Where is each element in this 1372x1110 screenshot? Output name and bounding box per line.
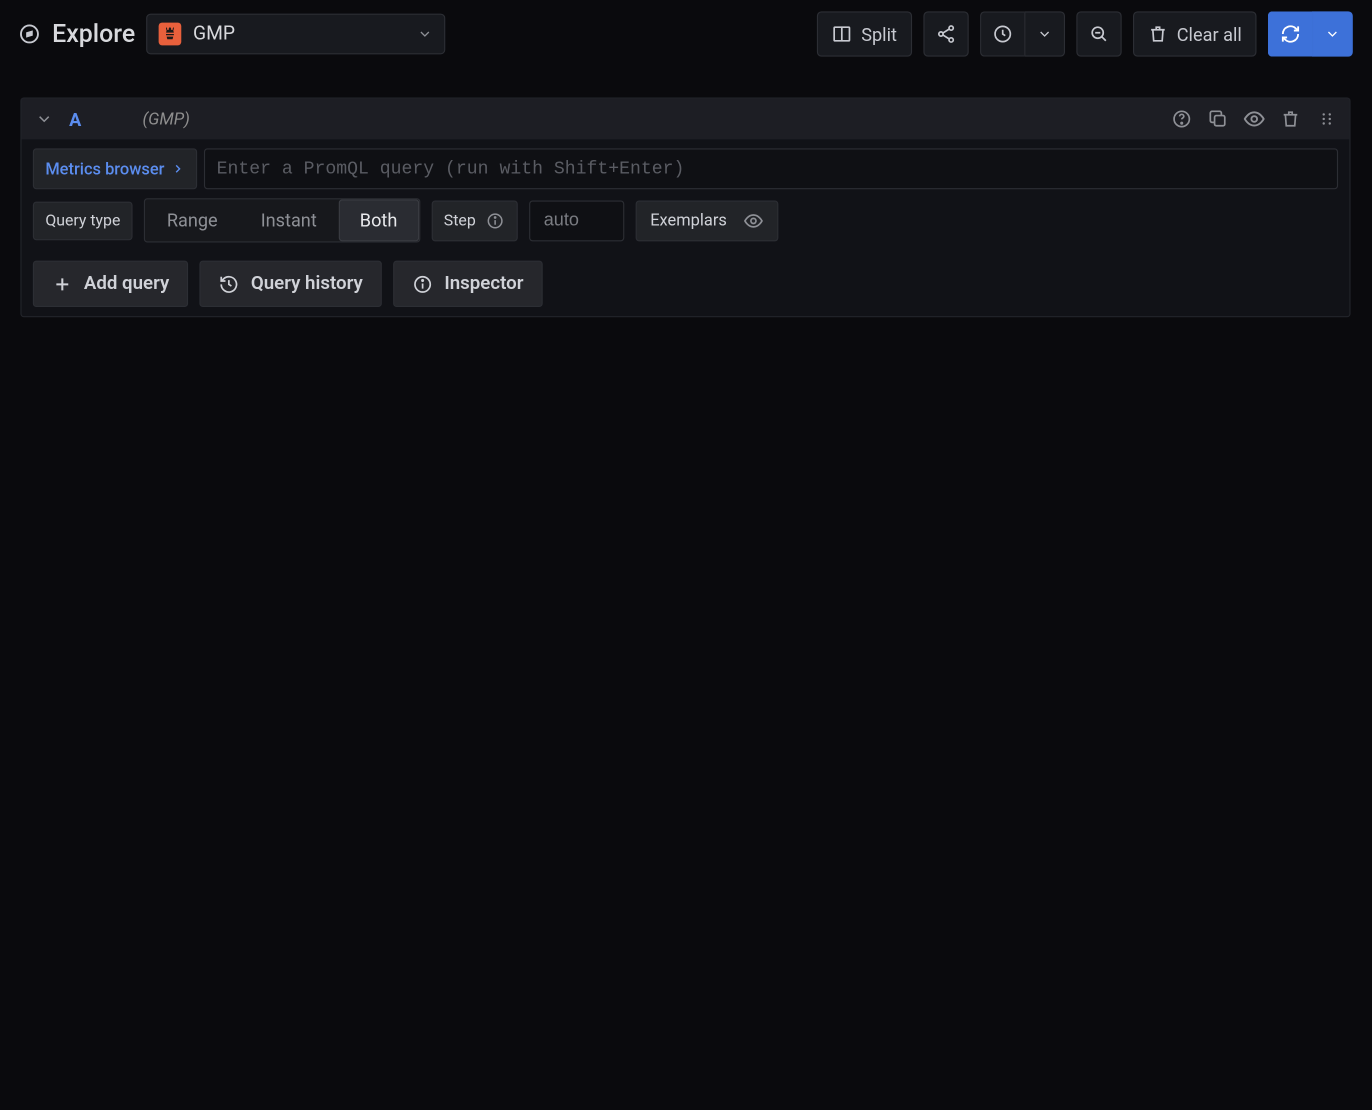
query-type-segmented: Range Instant Both [144, 198, 420, 242]
compass-icon [18, 23, 41, 46]
zoom-out-button[interactable] [1076, 11, 1121, 56]
query-type-range[interactable]: Range [145, 199, 239, 241]
step-input[interactable] [544, 210, 610, 230]
query-row-header: A (GMP) [22, 99, 1350, 140]
chevron-down-icon [1324, 26, 1340, 42]
query-letter: A [69, 108, 81, 130]
exemplars-toggle[interactable]: Exemplars [635, 200, 777, 241]
add-query-button[interactable]: Add query [33, 261, 189, 307]
zoom-out-icon [1088, 24, 1108, 44]
step-input-wrap [529, 200, 624, 241]
plus-icon [52, 274, 72, 294]
split-button[interactable]: Split [817, 11, 912, 56]
exemplars-label: Exemplars [650, 211, 727, 230]
clear-all-label: Clear all [1177, 23, 1242, 45]
step-label: Step [431, 200, 517, 241]
refresh-icon [1280, 24, 1300, 44]
eye-icon [743, 210, 763, 230]
query-input-wrap [204, 148, 1338, 189]
run-interval-dropdown[interactable] [1312, 11, 1353, 56]
info-icon [413, 274, 433, 294]
run-query-button[interactable] [1268, 11, 1312, 56]
help-icon[interactable] [1170, 108, 1193, 131]
datasource-name: GMP [193, 23, 406, 46]
query-type-both[interactable]: Both [338, 199, 419, 241]
query-history-button[interactable]: Query history [200, 261, 382, 307]
columns-icon [832, 24, 852, 44]
prometheus-icon [159, 23, 182, 46]
history-icon [219, 274, 239, 294]
run-button-group [1268, 11, 1353, 56]
time-picker-dropdown[interactable] [1024, 11, 1065, 56]
clear-all-button[interactable]: Clear all [1133, 11, 1257, 56]
page-title: Explore [52, 20, 135, 48]
query-body: Metrics browser Query type Range Instant… [22, 139, 1350, 316]
share-icon [935, 24, 955, 44]
datasource-picker[interactable]: GMP [147, 14, 446, 55]
explore-heading: Explore [18, 20, 135, 48]
drag-handle-icon[interactable] [1315, 108, 1338, 131]
query-type-label: Query type [33, 201, 133, 240]
eye-icon[interactable] [1243, 108, 1266, 131]
metrics-browser-button[interactable]: Metrics browser [33, 148, 197, 189]
time-picker-button[interactable] [980, 11, 1024, 56]
trash-icon[interactable] [1279, 108, 1302, 131]
share-button[interactable] [923, 11, 968, 56]
add-query-label: Add query [84, 273, 169, 295]
time-picker-group [980, 11, 1065, 56]
query-panel: A (GMP) [20, 97, 1350, 317]
inspector-button[interactable]: Inspector [393, 261, 542, 307]
promql-input[interactable] [217, 150, 1326, 189]
chevron-down-icon [1036, 26, 1052, 42]
info-icon[interactable] [485, 210, 505, 230]
query-history-label: Query history [251, 273, 363, 295]
split-label: Split [861, 23, 897, 45]
query-type-instant[interactable]: Instant [239, 199, 338, 241]
chevron-down-icon [417, 26, 433, 42]
trash-icon [1147, 24, 1167, 44]
clock-icon [992, 24, 1012, 44]
chevron-right-icon [171, 162, 185, 176]
copy-icon[interactable] [1207, 108, 1230, 131]
top-toolbar: Explore GMP Split [0, 0, 1371, 68]
inspector-label: Inspector [444, 273, 523, 295]
collapse-toggle[interactable] [33, 108, 56, 131]
metrics-browser-label: Metrics browser [45, 159, 164, 178]
query-datasource-label: (GMP) [142, 109, 189, 129]
query-header-actions [1170, 108, 1338, 131]
